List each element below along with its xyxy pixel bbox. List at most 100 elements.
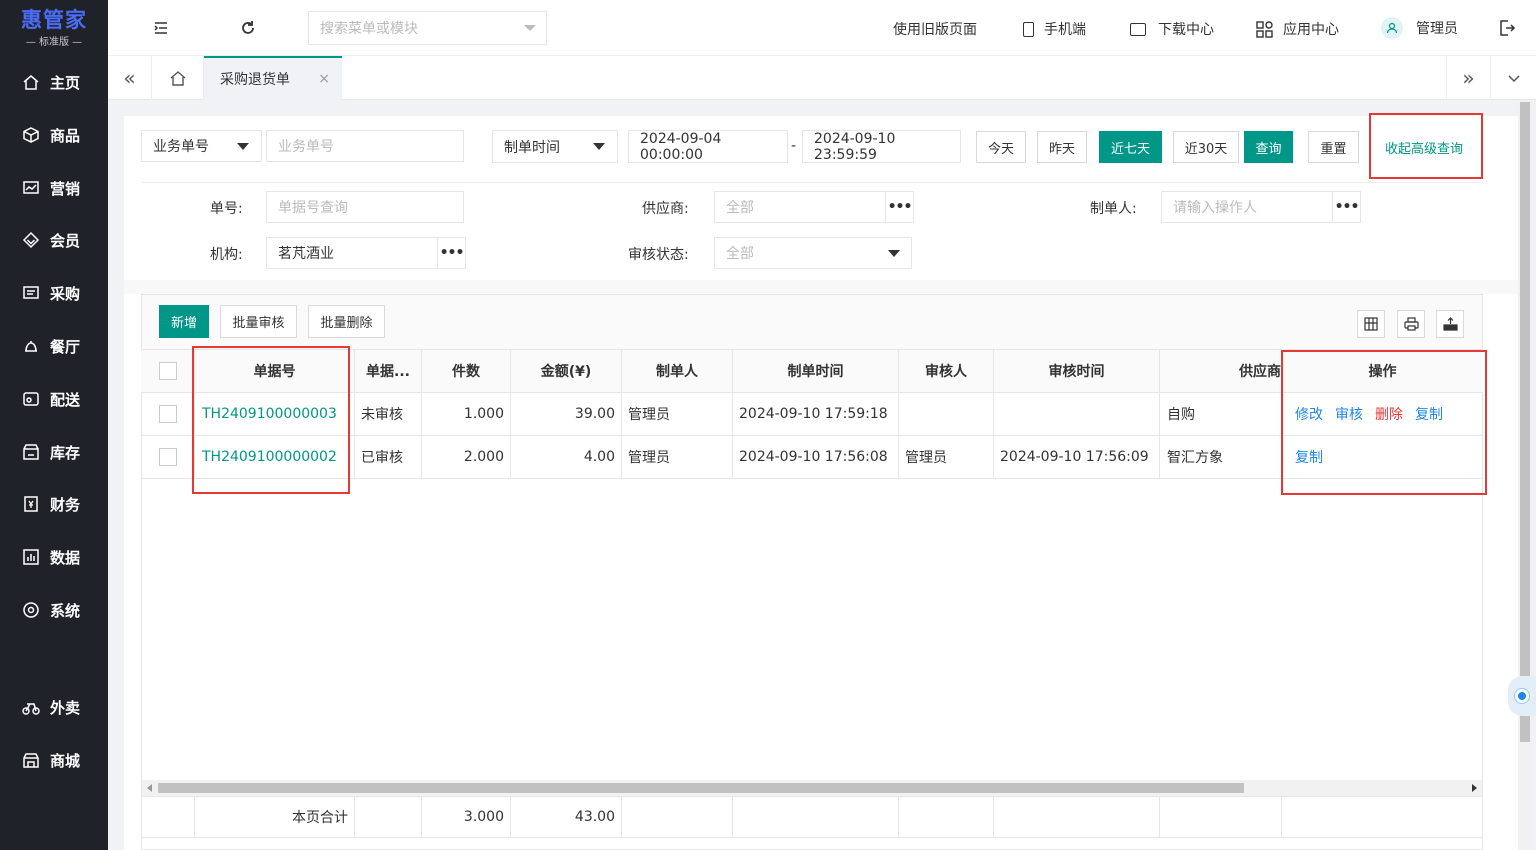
sidebar-item-2[interactable]: 商品 [0,115,108,155]
totals-spacer [141,797,195,837]
scroll-right-arrow-icon[interactable] [1472,784,1477,792]
sidebar-item-13[interactable]: 商城 [0,740,108,780]
no-input[interactable]: 单据号查询 [266,191,464,223]
highlight-box-order-no [192,346,350,494]
home-tab[interactable] [152,56,204,100]
page-scroll-thumb[interactable] [1520,102,1530,742]
scroll-left-arrow-icon[interactable] [147,784,152,792]
user-menu[interactable]: 管理员 [1381,17,1458,39]
grid-icon [1256,20,1273,38]
header-creator[interactable]: 制单人 [622,350,733,392]
row-created: 2024-09-10 17:56:08 [733,436,899,478]
menu-toggle-icon[interactable] [152,19,170,37]
batch-audit-button[interactable]: 批量审核 [220,305,297,338]
end-date-input[interactable]: 2024-09-10 23:59:59 [802,130,961,163]
totals-qty: 3.000 [422,797,511,837]
creator-input[interactable]: 请输入操作人 ••• [1161,191,1361,223]
refresh-icon[interactable] [239,19,257,37]
bell-icon [22,337,40,355]
tabs-dropdown-icon[interactable] [1490,56,1536,100]
yesterday-button[interactable]: 昨天 [1037,131,1087,163]
sidebar-item-3[interactable]: 营销 [0,168,108,208]
download-center-link[interactable]: 下载中心 [1130,19,1214,39]
org-picker-icon[interactable]: ••• [437,238,465,268]
reset-button[interactable]: 重置 [1308,131,1359,163]
creator-picker-icon[interactable]: ••• [1332,192,1360,222]
status-select[interactable]: 全部 [714,237,912,269]
horizontal-scrollbar[interactable] [142,780,1482,796]
row-checkbox[interactable] [158,448,177,466]
mobile-link[interactable]: 手机端 [1023,19,1086,39]
select-all-checkbox[interactable] [158,362,177,380]
time-caret-icon [593,143,605,150]
status-label: 审核状态: [628,247,689,263]
last30-button[interactable]: 近30天 [1173,131,1239,163]
field-value-input[interactable]: 业务单号 [266,130,464,162]
tabs-scroll-right-icon[interactable]: » [1446,56,1490,100]
header-supplier[interactable]: 供应商 [1160,350,1282,392]
cart-icon [22,284,40,302]
tabs-scroll-left-icon[interactable]: « [108,56,152,100]
page-scrollbar[interactable] [1518,100,1532,850]
field-select-value: 业务单号 [153,139,209,155]
columns-icon[interactable] [1357,310,1385,338]
sidebar-item-1[interactable]: 主页 [0,62,108,102]
tab-purchase-return[interactable]: 采购退货单 × [204,56,342,100]
totals-spacer [733,797,899,837]
header-qty[interactable]: 件数 [422,350,511,392]
sidebar-item-label: 会员 [50,231,81,250]
sidebar-item-label: 系统 [50,601,81,620]
batch-delete-button[interactable]: 批量删除 [308,305,385,338]
end-date-value: 2024-09-10 23:59:59 [814,130,896,163]
logout-icon[interactable] [1498,19,1516,41]
settings-icon [22,601,40,619]
print-icon[interactable] [1397,310,1425,338]
scroll-thumb[interactable] [158,783,1244,793]
topbar: 搜索菜单或模块 使用旧版页面 手机端 下载中心 应用中心 管理员 [108,0,1536,56]
field-select[interactable]: 业务单号 [141,130,262,162]
start-date-input[interactable]: 2024-09-04 00:00:00 [628,130,788,163]
header-created[interactable]: 制单时间 [733,350,899,392]
supplier-input[interactable]: 全部 ••• [714,191,914,223]
totals-row: 本页合计 3.000 43.00 [141,796,1483,838]
sidebar-item-9[interactable]: 财务 [0,484,108,524]
sidebar-item-label: 商城 [50,751,81,770]
menu-search-input[interactable]: 搜索菜单或模块 [308,11,547,45]
sidebar-item-4[interactable]: 会员 [0,220,108,260]
sidebar-item-8[interactable]: 库存 [0,432,108,472]
row-checkbox[interactable] [158,405,177,423]
sidebar-item-10[interactable]: 数据 [0,537,108,577]
warehouse-icon [22,443,40,461]
supplier-picker-icon[interactable]: ••• [885,192,913,222]
header-status[interactable]: 单据... [355,350,422,392]
sidebar-item-11[interactable]: 系统 [0,590,108,630]
sidebar-item-12[interactable]: 外卖 [0,687,108,727]
tabs-bar: « 采购退货单 × » [108,56,1536,100]
row-creator: 管理员 [622,436,733,478]
status-value: 全部 [726,246,754,262]
supplier-label: 供应商: [642,201,689,217]
export-icon[interactable] [1436,310,1464,338]
header-audited[interactable]: 审核时间 [994,350,1160,392]
today-button[interactable]: 今天 [976,131,1026,163]
header-checkbox-cell [141,350,195,392]
totals-spacer [1160,797,1282,837]
header-auditor[interactable]: 审核人 [899,350,994,392]
row-audited [994,393,1160,435]
time-type-select[interactable]: 制单时间 [492,130,618,163]
header-amount[interactable]: 金额(¥) [511,350,622,392]
old-version-link[interactable]: 使用旧版页面 [893,19,977,39]
home-tab-icon [170,71,185,86]
chevron-down-icon [524,25,536,31]
assistant-float-icon[interactable] [1508,676,1536,716]
close-icon[interactable]: × [318,71,330,87]
last7-button[interactable]: 近七天 [1099,131,1162,163]
org-value: 茗芃酒业 [278,246,334,262]
sidebar-item-7[interactable]: 配送 [0,379,108,419]
sidebar-item-5[interactable]: 采购 [0,273,108,313]
sidebar-item-6[interactable]: 餐厅 [0,326,108,366]
app-center-link[interactable]: 应用中心 [1256,19,1339,39]
add-button[interactable]: 新增 [159,305,209,338]
query-button[interactable]: 查询 [1244,131,1293,163]
org-input[interactable]: 茗芃酒业 ••• [266,237,466,269]
